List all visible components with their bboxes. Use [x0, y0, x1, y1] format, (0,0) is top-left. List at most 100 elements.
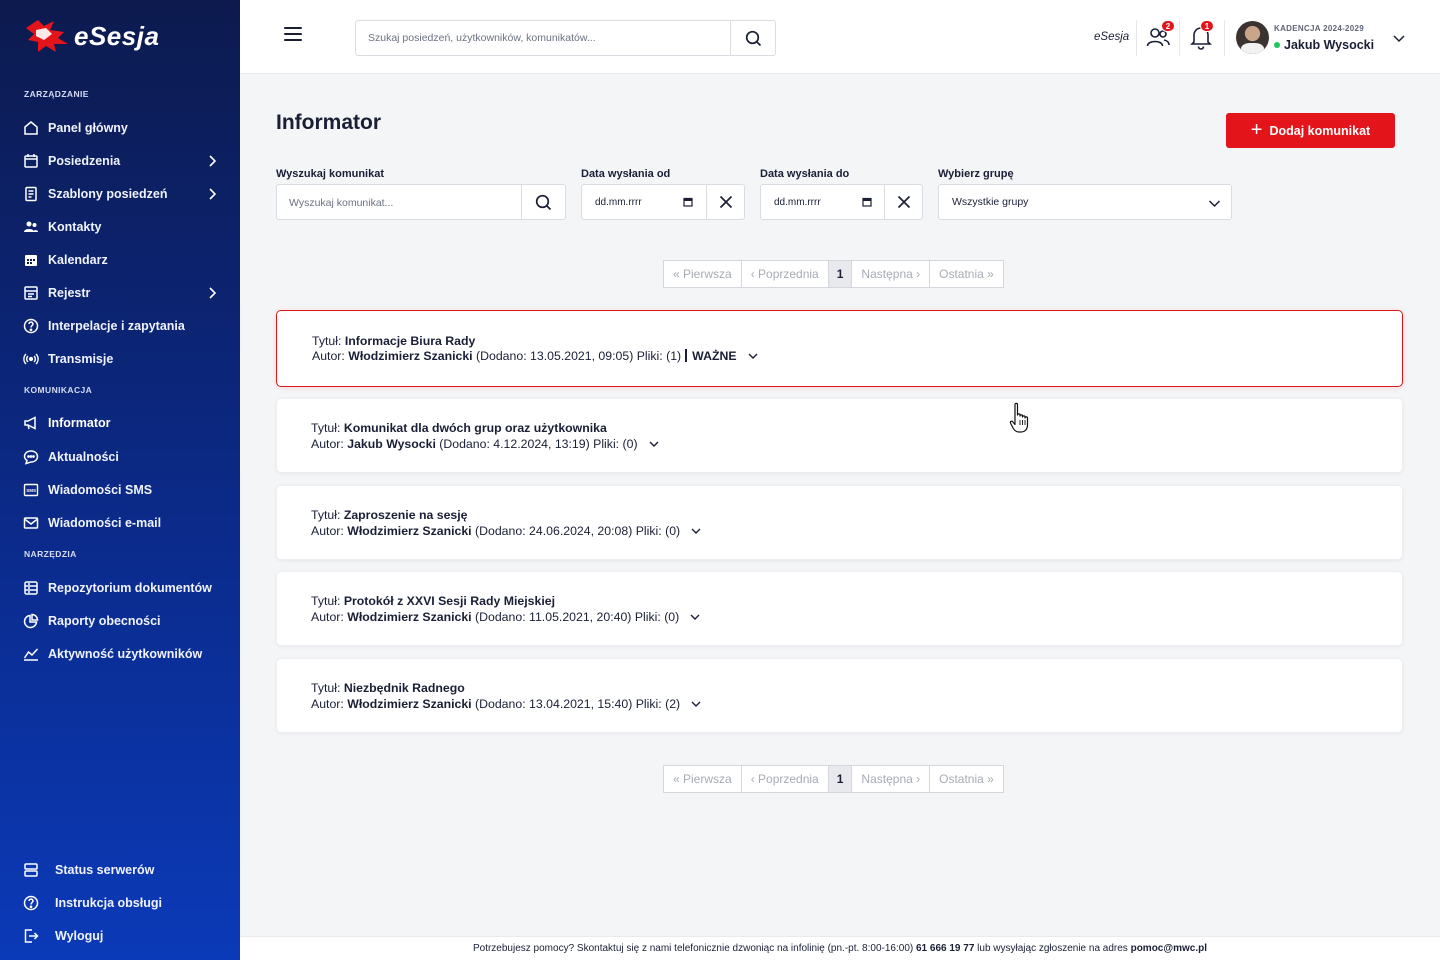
chevron-down-icon: [748, 353, 758, 359]
pager-current[interactable]: 1: [828, 766, 853, 792]
message-title-row: Tytuł: Komunikat dla dwóch grup oraz uży…: [311, 421, 607, 435]
global-search-button[interactable]: [730, 21, 775, 55]
sidebar-item-broadcasts[interactable]: Transmisje: [22, 347, 222, 371]
sidebar-item-label: Aktualności: [48, 450, 119, 464]
footer-phone[interactable]: 61 666 19 77: [916, 943, 974, 954]
sidebar-item-sms[interactable]: SMS Wiadomości SMS: [22, 478, 222, 502]
calendar-icon[interactable]: [862, 197, 872, 207]
group-label: Wybierz grupę: [938, 168, 1014, 180]
date-from-label: Data wysłania od: [581, 168, 671, 180]
sidebar-item-email[interactable]: Wiadomości e-mail: [22, 511, 222, 535]
global-search: [355, 20, 776, 56]
message-date: 13.05.2021, 09:05): [530, 349, 634, 363]
message-card[interactable]: Tytuł: Niezbędnik Radnego Autor: Włodzim…: [276, 658, 1403, 733]
mail-icon: [22, 514, 40, 532]
added-prefix: (Dodano:: [475, 524, 526, 538]
broadcast-icon: [22, 350, 40, 368]
home-icon: [22, 119, 40, 137]
pager-prev[interactable]: ‹ Poprzednia: [742, 766, 829, 792]
message-card[interactable]: Tytuł: Komunikat dla dwóch grup oraz uży…: [276, 398, 1403, 473]
author-prefix: Autor:: [312, 349, 345, 363]
message-title-row: Tytuł: Protokół z XXVI Sesji Rady Miejsk…: [311, 594, 555, 608]
search-filter-button[interactable]: [521, 185, 565, 219]
pager-next[interactable]: Następna ›: [852, 766, 931, 792]
divider: [1136, 20, 1137, 56]
message-card[interactable]: Tytuł: Informacje Biura Rady Autor: Włod…: [276, 310, 1403, 387]
close-icon: [719, 195, 732, 209]
menu-toggle-icon[interactable]: [284, 27, 302, 45]
sidebar-item-informator[interactable]: Informator: [22, 411, 222, 435]
users-button[interactable]: 2: [1145, 20, 1175, 52]
message-card[interactable]: Tytuł: Zaproszenie na sesję Autor: Włodz…: [276, 485, 1403, 560]
sidebar-item-contacts[interactable]: Kontakty: [22, 215, 222, 239]
expand-button[interactable]: [747, 350, 759, 362]
important-badge: WAŻNE: [685, 349, 736, 363]
message-title-row: Tytuł: Zaproszenie na sesję: [311, 508, 468, 522]
sidebar-item-label: Aktywność użytkowników: [48, 647, 203, 661]
sidebar-item-calendar[interactable]: Kalendarz: [22, 248, 222, 272]
date-to-clear-button[interactable]: [884, 185, 922, 219]
app-logo[interactable]: eSesja: [24, 16, 159, 56]
calendar-icon[interactable]: [683, 197, 693, 207]
message-meta-row: Autor: Włodzimierz Szanicki (Dodano: 11.…: [311, 610, 701, 624]
pie-chart-icon: [22, 612, 40, 630]
sidebar-item-news[interactable]: Aktualności: [22, 445, 222, 469]
pager-first[interactable]: « Pierwsza: [664, 766, 742, 792]
chevron-down-icon[interactable]: [1392, 31, 1406, 45]
expand-button[interactable]: [690, 698, 702, 710]
group-select[interactable]: Wszystkie grupy: [938, 184, 1232, 220]
added-prefix: (Dodano:: [475, 610, 526, 624]
message-author: Jakub Wysocki: [347, 437, 436, 451]
sidebar-item-server-status[interactable]: Status serwerów: [22, 858, 222, 882]
sidebar-item-manual[interactable]: Instrukcja obsługi: [22, 891, 222, 915]
message-date: 4.12.2024, 13:19): [493, 437, 590, 451]
sidebar-item-label: Wiadomości SMS: [48, 483, 153, 497]
pager-current[interactable]: 1: [828, 261, 853, 287]
date-from-clear-button[interactable]: [706, 185, 744, 219]
pager-prev[interactable]: ‹ Poprzednia: [742, 261, 829, 287]
message-author: Włodzimierz Szanicki: [347, 610, 472, 624]
sidebar-item-panel[interactable]: Panel główny: [22, 116, 222, 140]
pager-last[interactable]: Ostatnia »: [930, 766, 1003, 792]
global-search-input[interactable]: [356, 21, 731, 55]
expand-button[interactable]: [690, 525, 702, 537]
chevron-right-icon: [209, 287, 216, 299]
logout-icon: [22, 927, 40, 945]
search-filter-input[interactable]: [289, 195, 519, 211]
notifications-button[interactable]: 1: [1188, 20, 1216, 52]
sidebar-item-register[interactable]: Rejestr: [22, 281, 222, 305]
activity-icon: [22, 645, 40, 663]
author-prefix: Autor:: [311, 524, 344, 538]
sidebar-item-attendance[interactable]: Raporty obecności: [22, 609, 222, 633]
expand-button[interactable]: [648, 438, 660, 450]
pager-next[interactable]: Następna ›: [852, 261, 931, 287]
avatar[interactable]: [1236, 21, 1269, 54]
hand-cursor-icon: [1009, 402, 1029, 433]
user-name[interactable]: Jakub Wysocki: [1274, 38, 1374, 52]
expand-button[interactable]: [689, 611, 701, 623]
sidebar: eSesja ZARZĄDZANIE KOMUNIKACJA NARZĘDZIA…: [0, 0, 240, 960]
logo-mark-icon: [26, 20, 68, 52]
sidebar-item-label: Transmisje: [48, 352, 114, 366]
pager-last[interactable]: Ostatnia »: [930, 261, 1003, 287]
sidebar-item-repository[interactable]: Repozytorium dokumentów: [22, 576, 222, 600]
message-date: 24.06.2024, 20:08): [529, 524, 633, 538]
sidebar-item-meetings[interactable]: Posiedzenia: [22, 149, 222, 173]
pager-first[interactable]: « Pierwsza: [664, 261, 742, 287]
sidebar-item-interpellations[interactable]: Interpelacje i zapytania: [22, 314, 222, 338]
date-to-field[interactable]: dd.mm.rrrr: [760, 184, 923, 220]
server-icon: [22, 861, 40, 879]
footer-email[interactable]: pomoc@mwc.pl: [1131, 943, 1207, 954]
chevron-right-icon: [209, 155, 216, 167]
date-from-field[interactable]: dd.mm.rrrr: [581, 184, 745, 220]
sidebar-item-logout[interactable]: Wyloguj: [22, 924, 222, 948]
sidebar-item-user-activity[interactable]: Aktywność użytkowników: [22, 642, 222, 666]
chevron-right-icon: [209, 188, 216, 200]
chevron-down-icon: [691, 528, 701, 534]
message-date: 11.05.2021, 20:40): [529, 610, 632, 624]
message-card[interactable]: Tytuł: Protokół z XXVI Sesji Rady Miejsk…: [276, 571, 1403, 646]
logo-text: eSesja: [74, 20, 160, 51]
sidebar-item-templates[interactable]: Szablony posiedzeń: [22, 182, 222, 206]
pagination-top: « Pierwsza ‹ Poprzednia 1 Następna › Ost…: [663, 260, 1004, 288]
add-message-button[interactable]: + Dodaj komunikat: [1226, 113, 1395, 148]
